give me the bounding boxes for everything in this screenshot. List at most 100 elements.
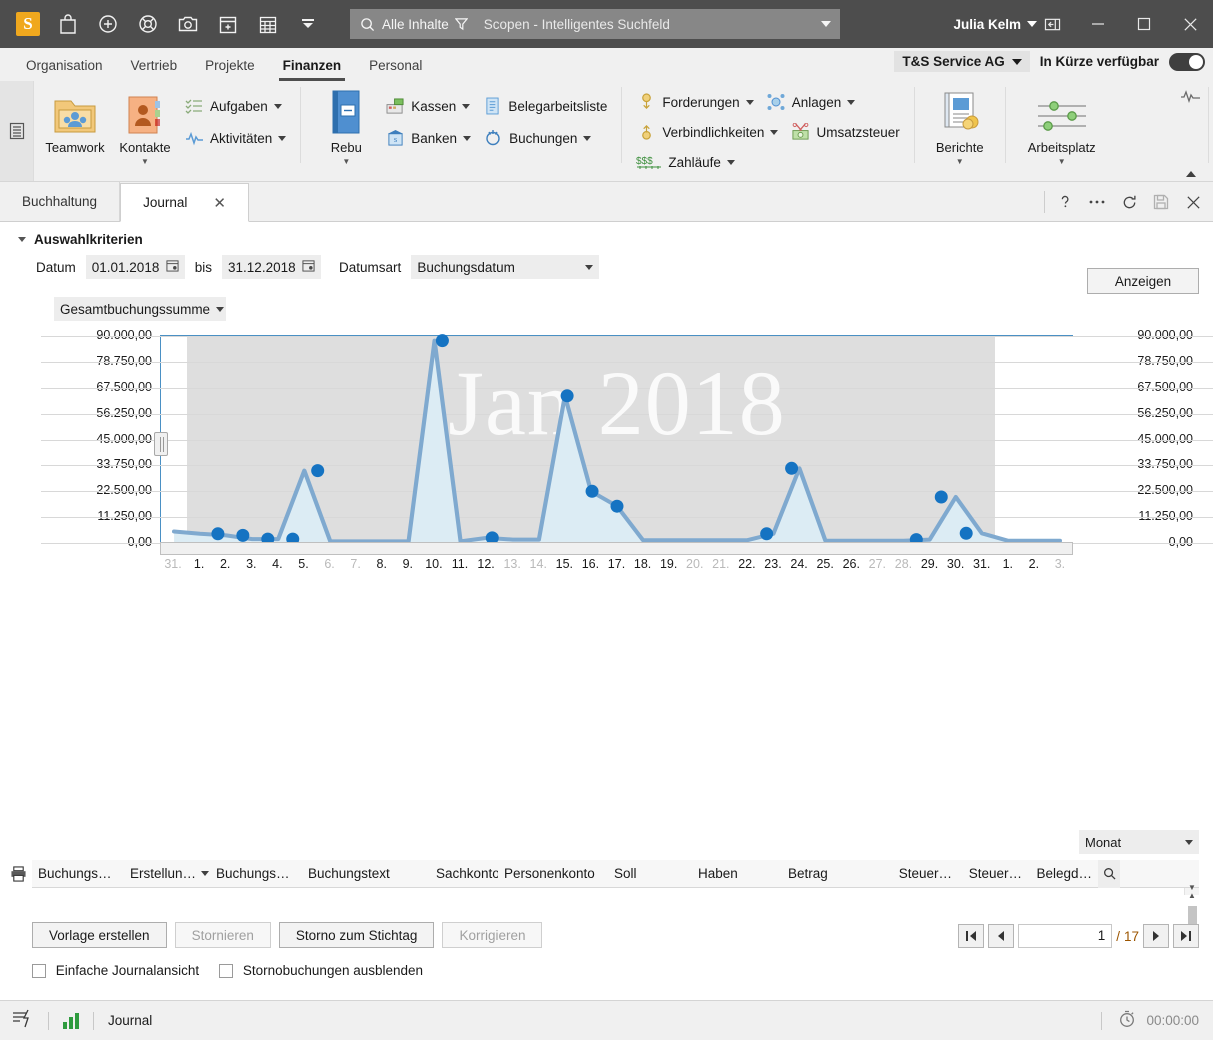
search-scope-label[interactable]: Alle Inhalte [382,17,449,32]
ribbon-button-berichte[interactable]: Berichte ▼ [925,85,995,166]
company-selector[interactable]: T&S Service AG [894,51,1030,72]
chevron-down-icon[interactable] [726,159,735,165]
sort-descending-icon[interactable] [201,871,210,876]
table-search-icon[interactable] [1098,859,1120,888]
table-column-header-haben[interactable]: Haben [692,866,782,881]
table-column-header-personenkonto[interactable]: Personenkonto [498,866,608,881]
calendar-grid-icon[interactable] [248,4,288,44]
chevron-down-icon[interactable] [770,129,779,135]
ribbon-item-zahllaeufe[interactable]: $$$ Zahläufe [632,149,903,175]
availability-toggle[interactable] [1169,52,1205,71]
restore-panel-icon[interactable] [1029,0,1075,48]
chevron-down-icon[interactable] [462,103,471,109]
chart-markers[interactable] [161,334,1073,547]
tab-journal[interactable]: Journal ✕ [120,183,249,222]
table-column-header-buchungsnr[interactable]: Buchungs… [32,866,124,881]
grouping-select[interactable]: Monat [1079,830,1199,854]
calendar-icon[interactable] [302,259,315,275]
ribbon-item-verbindlichkeiten[interactable]: Verbindlichkeiten [632,119,782,145]
plus-circle-icon[interactable] [88,4,128,44]
table-column-header-buchungsdatum[interactable]: Buchungs… [210,866,302,881]
minimize-icon[interactable] [1075,0,1121,48]
ribbon-tab-vertrieb[interactable]: Vertrieb [117,50,192,81]
print-icon[interactable] [4,865,32,882]
pulse-icon[interactable] [1180,89,1202,106]
more-options-icon[interactable] [1081,186,1113,218]
chart-data-point[interactable] [560,389,574,403]
ribbon-item-buchungen[interactable]: Buchungen [479,125,595,151]
date-to-input[interactable]: 31.12.2018 [222,255,322,279]
date-from-input[interactable]: 01.01.2018 [85,255,185,279]
cancel-at-date-button[interactable]: Storno zum Stichtag [278,922,435,948]
chevron-down-icon[interactable]: ▼ [342,157,350,166]
next-page-button[interactable] [1143,924,1169,948]
chevron-down-icon[interactable] [745,99,754,105]
lifebuoy-icon[interactable] [128,4,168,44]
chart-plot-area[interactable]: Jan 2018 [41,334,1213,547]
ribbon-button-rebu[interactable]: Rebu ▼ [311,85,381,166]
ribbon-button-teamwork[interactable]: Teamwork [40,85,110,155]
table-column-header-belegdatum[interactable]: Belegd… [1028,866,1098,881]
refresh-icon[interactable] [1113,186,1145,218]
selection-criteria-header[interactable]: Auswahlkriterien [18,232,1213,247]
checkbox-hide-reversals[interactable]: Stornobuchungen ausblenden [219,963,423,978]
table-column-header-erstellung[interactable]: Erstellun… [124,866,210,881]
ribbon-tab-organisation[interactable]: Organisation [12,50,117,81]
help-icon[interactable] [1049,186,1081,218]
ribbon-rail-button[interactable] [0,81,34,181]
checkbox-simple-journal-view[interactable]: Einfache Journalansicht [32,963,199,978]
chevron-down-icon[interactable] [278,135,287,141]
calendar-icon[interactable] [166,259,179,275]
quick-actions-icon[interactable] [12,1009,34,1032]
chevron-down-icon[interactable]: ▼ [1058,157,1066,166]
chevron-down-icon[interactable] [273,103,282,109]
ribbon-item-kassen[interactable]: Kassen [381,93,474,119]
bag-icon[interactable] [48,4,88,44]
chart-data-point[interactable] [585,484,599,498]
create-template-button[interactable]: Vorlage erstellen [32,922,167,948]
chevron-down-icon[interactable] [18,237,26,242]
chart-data-point[interactable] [959,526,973,540]
chart-data-point[interactable] [211,527,225,541]
collapse-ribbon-icon[interactable] [1186,171,1196,177]
table-column-header-soll[interactable]: Soll [608,866,692,881]
correct-button[interactable]: Korrigieren [442,922,543,948]
chart-data-point[interactable] [236,528,250,542]
bar-chart-icon[interactable] [63,1012,79,1029]
chevron-down-icon[interactable]: ▼ [141,157,149,166]
global-search-bar[interactable]: Alle Inhalte Scopen - Intelligentes Such… [350,9,840,39]
close-icon[interactable]: ✕ [213,194,226,212]
scroll-down-icon[interactable]: ▼ [1185,880,1199,895]
first-page-button[interactable] [958,924,985,948]
table-column-header-buchungstext[interactable]: Buchungstext [302,866,430,881]
table-row[interactable]: 2018-071…09.10.201…19.04.2018Stornobuchu… [32,888,1199,895]
calendar-add-icon[interactable] [208,4,248,44]
tab-buchhaltung[interactable]: Buchhaltung [0,182,121,221]
ribbon-button-kontakte[interactable]: Kontakte ▼ [110,85,180,166]
ribbon-item-banken[interactable]: s Banken [381,125,475,151]
camera-icon[interactable] [168,4,208,44]
ribbon-button-arbeitsplatz[interactable]: Arbeitsplatz ▼ [1016,85,1108,166]
checkbox-box[interactable] [219,964,234,978]
chart-data-point[interactable] [435,334,449,348]
chart-data-point[interactable] [760,527,774,541]
chart-data-point[interactable] [311,464,325,478]
chart-horizontal-scrollbar[interactable] [160,542,1073,555]
chevron-down-icon[interactable]: ▼ [956,157,964,166]
ribbon-item-aktivitaeten[interactable]: Aktivitäten [180,125,290,151]
maximize-icon[interactable] [1121,0,1167,48]
filter-funnel-icon[interactable] [454,17,468,31]
chart-data-point[interactable] [785,461,799,475]
page-number-input[interactable]: 1 [1018,924,1113,948]
ribbon-item-forderungen[interactable]: Forderungen [632,89,757,115]
search-dropdown-caret-icon[interactable] [812,21,840,27]
checkbox-box[interactable] [32,964,46,978]
ribbon-item-umsatzsteuer[interactable]: Umsatzsteuer [786,119,903,145]
save-icon[interactable] [1145,186,1177,218]
chart-data-point[interactable] [934,490,948,504]
user-menu[interactable]: Julia Kelm [953,0,1037,48]
ribbon-item-belegarbeitsliste[interactable]: Belegarbeitsliste [478,93,611,119]
table-column-header-sachkonto[interactable]: Sachkonto [430,866,498,881]
measure-select[interactable]: Gesamtbuchungssumme [54,297,226,321]
chart-data-point[interactable] [610,499,624,513]
